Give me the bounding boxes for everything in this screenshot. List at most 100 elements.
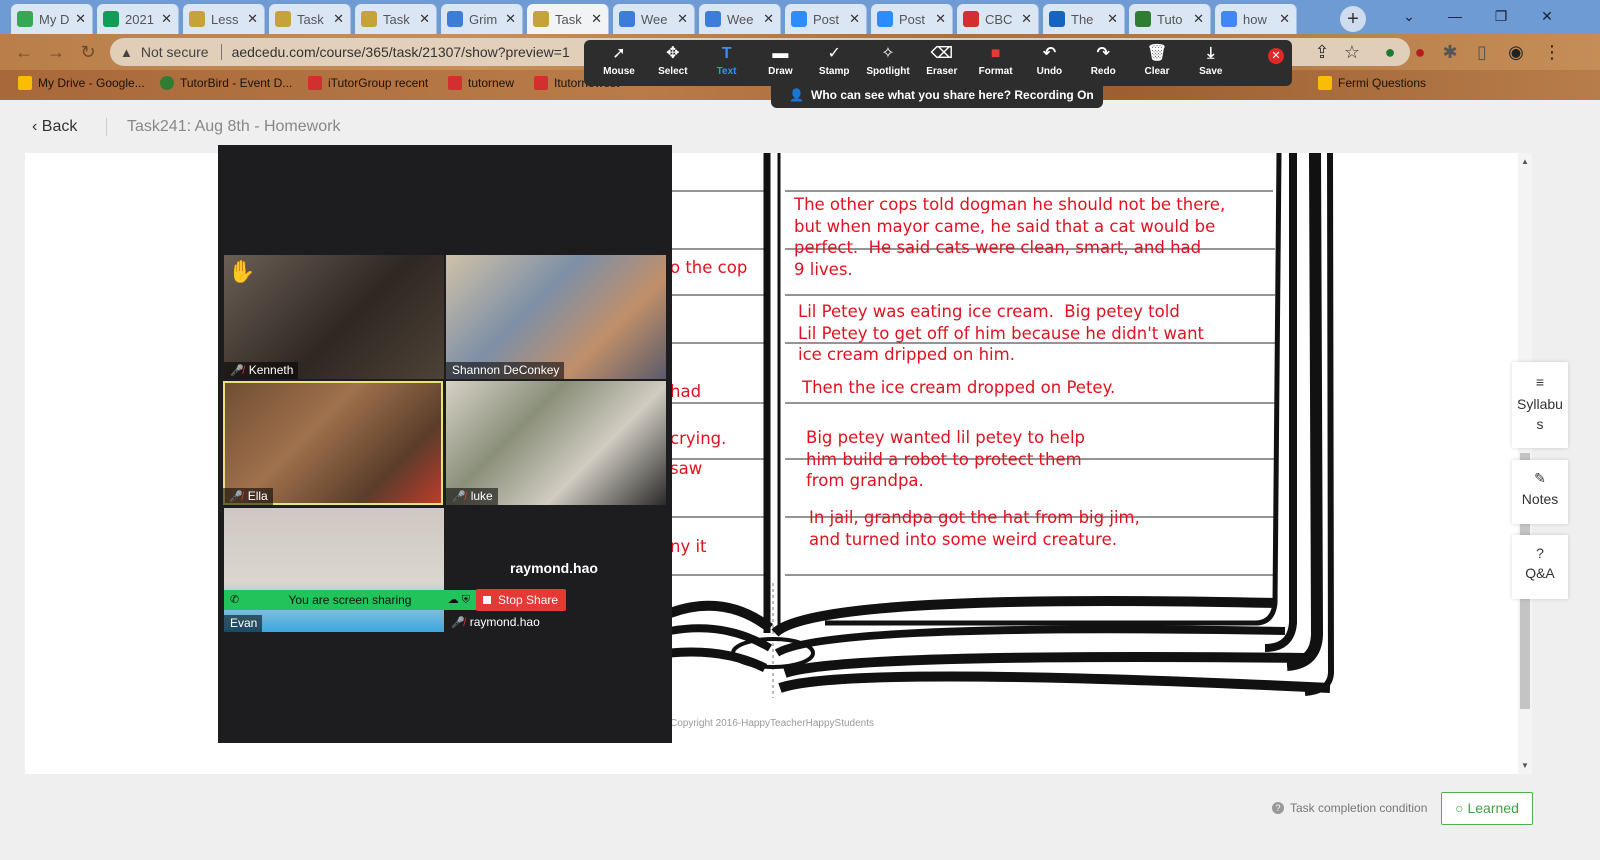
browser-tab-bar: + ⌄ — ❐ ✕ My D ✕ 2021 ✕ Less ✕ Task ✕ Task ✕ Grim ✕… <box>0 0 1600 34</box>
close-annotation-icon[interactable]: ✕ <box>1268 48 1284 64</box>
video-tile-shannon[interactable]: Shannon DeConkey <box>446 255 666 379</box>
close-tab-icon[interactable]: ✕ <box>1193 11 1204 27</box>
share-icon[interactable]: ⇪ <box>1310 40 1334 64</box>
browser-tab[interactable]: Task ✕ <box>355 4 437 34</box>
browser-tab[interactable]: Wee ✕ <box>699 4 781 34</box>
back-nav-icon[interactable]: ← <box>12 40 36 64</box>
zoom-tool-text[interactable]: T Text <box>700 44 754 77</box>
text-icon: T <box>721 45 732 62</box>
syllabus-tab[interactable]: ≡ Syllabu s <box>1512 362 1568 448</box>
tab-search-icon[interactable]: ⌄ <box>1386 0 1432 34</box>
zoom-tool-select[interactable]: ✥ Select <box>646 44 700 77</box>
close-window-button[interactable]: ✕ <box>1524 0 1570 34</box>
video-tile-kenneth[interactable]: 🎤̸ Kenneth <box>224 255 444 379</box>
back-link[interactable]: ‹ Back <box>32 118 77 136</box>
zoom-annotation-toolbar: ✕ ➚ Mouse ✥ Select T Text ▬ Draw ✓ Stamp ✧ Spotligh… <box>584 40 1292 86</box>
bookmark-my-drive[interactable]: My Drive - Google... <box>18 76 145 90</box>
zoom-tool-save[interactable]: ⤓ Save <box>1184 44 1238 77</box>
reload-icon[interactable]: ↻ <box>76 40 100 64</box>
participant-placeholder-name: raymond.hao <box>510 560 598 576</box>
task-completion-condition[interactable]: ? Task completion condition <box>1272 801 1427 815</box>
close-tab-icon[interactable]: ✕ <box>333 11 344 27</box>
video-tile-luke[interactable]: 🎤̸ luke <box>446 381 666 505</box>
browser-tab[interactable]: Post ✕ <box>871 4 953 34</box>
browser-tab[interactable]: Task ✕ <box>527 4 609 34</box>
close-tab-icon[interactable]: ✕ <box>161 11 172 27</box>
close-tab-icon[interactable]: ✕ <box>677 11 688 27</box>
browser-tab[interactable]: Grim ✕ <box>441 4 523 34</box>
tab-favicon-icon <box>791 11 807 27</box>
zoom-tool-stamp[interactable]: ✓ Stamp <box>807 44 861 77</box>
browser-tab[interactable]: Less ✕ <box>183 4 265 34</box>
menu-icon[interactable]: ⋮ <box>1540 40 1564 64</box>
answer-note: Lil Petey was eating ice cream. Big pete… <box>798 302 1204 364</box>
bookmark-tutornew[interactable]: tutornew <box>448 76 514 90</box>
browser-tab[interactable]: The ✕ <box>1043 4 1125 34</box>
close-tab-icon[interactable]: ✕ <box>1021 11 1032 27</box>
stop-icon <box>483 596 491 604</box>
browser-tab[interactable]: My D ✕ <box>11 4 93 34</box>
tab-favicon-icon <box>1135 11 1151 27</box>
close-tab-icon[interactable]: ✕ <box>935 11 946 27</box>
profile-avatar[interactable]: ◉ <box>1504 40 1528 64</box>
zoom-tool-mouse[interactable]: ➚ Mouse <box>592 44 646 77</box>
bookmark-tutorbird[interactable]: TutorBird - Event D... <box>160 76 292 90</box>
sidebar-icon[interactable]: ▯ <box>1470 40 1494 64</box>
person-icon: 👤 <box>789 88 804 102</box>
bookmark-itutorgroup[interactable]: iTutorGroup recent <box>308 76 428 90</box>
muted-mic-icon: 🎤̸ <box>451 617 465 629</box>
bookmark-fermi[interactable]: Fermi Questions <box>1318 76 1426 90</box>
zoom-tool-undo[interactable]: ↶ Undo <box>1022 44 1076 77</box>
tab-favicon-icon <box>189 11 205 27</box>
extension-icon[interactable]: ● <box>1378 40 1402 64</box>
left-page-fragment: had <box>670 382 702 401</box>
tab-title: Task <box>297 11 324 27</box>
browser-tab[interactable]: Task ✕ <box>269 4 351 34</box>
forward-nav-icon[interactable]: → <box>44 40 68 64</box>
close-tab-icon[interactable]: ✕ <box>247 11 258 27</box>
pencil-icon: ✎ <box>1534 470 1546 486</box>
browser-tab[interactable]: how ✕ <box>1215 4 1297 34</box>
notes-tab[interactable]: ✎ Notes <box>1512 460 1568 524</box>
new-tab-button[interactable]: + <box>1340 6 1366 32</box>
zoom-tool-redo[interactable]: ↷ Redo <box>1076 44 1130 77</box>
stop-share-button[interactable]: Stop Share <box>476 589 566 611</box>
recording-banner[interactable]: 👤 Who can see what you share here? Recor… <box>771 84 1103 108</box>
zoom-tool-eraser[interactable]: ⌫ Eraser <box>915 44 969 77</box>
video-tile-evan[interactable]: Evan <box>224 508 444 632</box>
muted-mic-icon: 🎤̸ <box>452 491 466 503</box>
zoom-tool-draw[interactable]: ▬ Draw <box>753 44 807 77</box>
zoom-tool-format[interactable]: ■ Format <box>969 44 1023 77</box>
close-tab-icon[interactable]: ✕ <box>591 11 602 27</box>
close-tab-icon[interactable]: ✕ <box>75 11 86 27</box>
restore-button[interactable]: ❐ <box>1478 0 1524 34</box>
close-tab-icon[interactable]: ✕ <box>1279 11 1290 27</box>
scroll-up-icon[interactable]: ▲ <box>1521 157 1529 166</box>
page-title: Task241: Aug 8th - Homework <box>127 118 341 135</box>
learned-button[interactable]: ○ Learned <box>1441 792 1533 825</box>
ublock-icon[interactable]: ● <box>1408 40 1432 64</box>
close-tab-icon[interactable]: ✕ <box>763 11 774 27</box>
browser-tab[interactable]: Tuto ✕ <box>1129 4 1211 34</box>
video-tile-ella[interactable]: 🎤̸ Ella <box>223 381 443 505</box>
minimize-button[interactable]: — <box>1432 0 1478 34</box>
browser-tab[interactable]: CBC ✕ <box>957 4 1039 34</box>
bookmark-star-icon[interactable]: ☆ <box>1340 40 1364 64</box>
browser-tab[interactable]: Wee ✕ <box>613 4 695 34</box>
participant-name: 🎤̸ Kenneth <box>224 362 299 379</box>
close-tab-icon[interactable]: ✕ <box>849 11 860 27</box>
save-icon: ⤓ <box>1207 45 1215 62</box>
scroll-down-icon[interactable]: ▼ <box>1521 761 1529 770</box>
browser-tab[interactable]: 2021 ✕ <box>97 4 179 34</box>
extension-puzzle-icon[interactable]: ✱ <box>1438 40 1462 64</box>
zoom-tool-spotlight[interactable]: ✧ Spotlight <box>861 44 915 77</box>
close-tab-icon[interactable]: ✕ <box>1107 11 1118 27</box>
screen-sharing-indicator[interactable]: ✆ You are screen sharing ☁ ⛨ <box>224 590 476 610</box>
participant-name: 🎤̸ Ella <box>223 488 273 505</box>
browser-tab[interactable]: Post ✕ <box>785 4 867 34</box>
zoom-tool-clear[interactable]: 🗑 Clear <box>1130 44 1184 77</box>
answer-note: In jail, grandpa got the hat from big ji… <box>809 508 1140 549</box>
close-tab-icon[interactable]: ✕ <box>505 11 516 27</box>
qa-tab[interactable]: ? Q&A <box>1512 535 1568 599</box>
close-tab-icon[interactable]: ✕ <box>419 11 430 27</box>
